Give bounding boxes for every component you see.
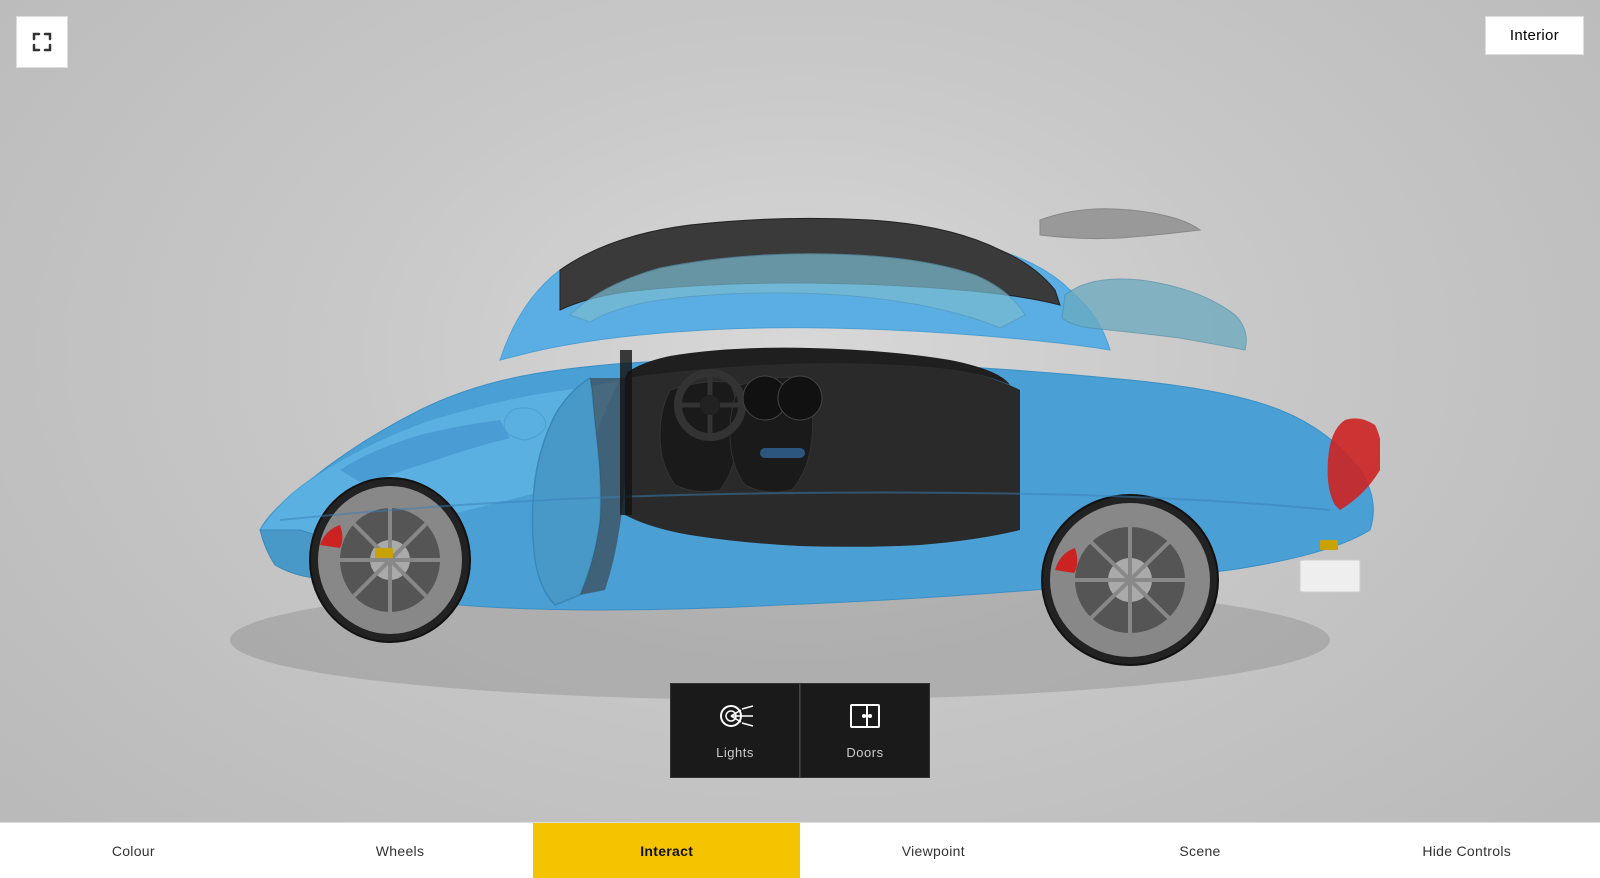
headlight-icon: [717, 702, 753, 737]
interior-button[interactable]: Interior: [1485, 16, 1584, 55]
nav-item-colour[interactable]: Colour: [0, 823, 267, 878]
lights-button[interactable]: Lights: [670, 683, 800, 778]
lights-label: Lights: [716, 745, 754, 760]
doors-label: Doors: [846, 745, 883, 760]
nav-item-hide-controls[interactable]: Hide Controls: [1333, 823, 1600, 878]
nav-item-wheels[interactable]: Wheels: [267, 823, 534, 878]
nav-item-viewpoint[interactable]: Viewpoint: [800, 823, 1067, 878]
nav-item-scene[interactable]: Scene: [1067, 823, 1334, 878]
interact-popup: Lights Doors: [670, 683, 930, 778]
fullscreen-button[interactable]: [16, 16, 68, 68]
fullscreen-icon: [30, 30, 54, 54]
car-model: [80, 50, 1380, 730]
bottom-nav: ColourWheelsInteractViewpointSceneHide C…: [0, 822, 1600, 878]
doors-button[interactable]: Doors: [800, 683, 930, 778]
door-icon: [847, 702, 883, 737]
nav-item-interact[interactable]: Interact: [533, 823, 800, 878]
